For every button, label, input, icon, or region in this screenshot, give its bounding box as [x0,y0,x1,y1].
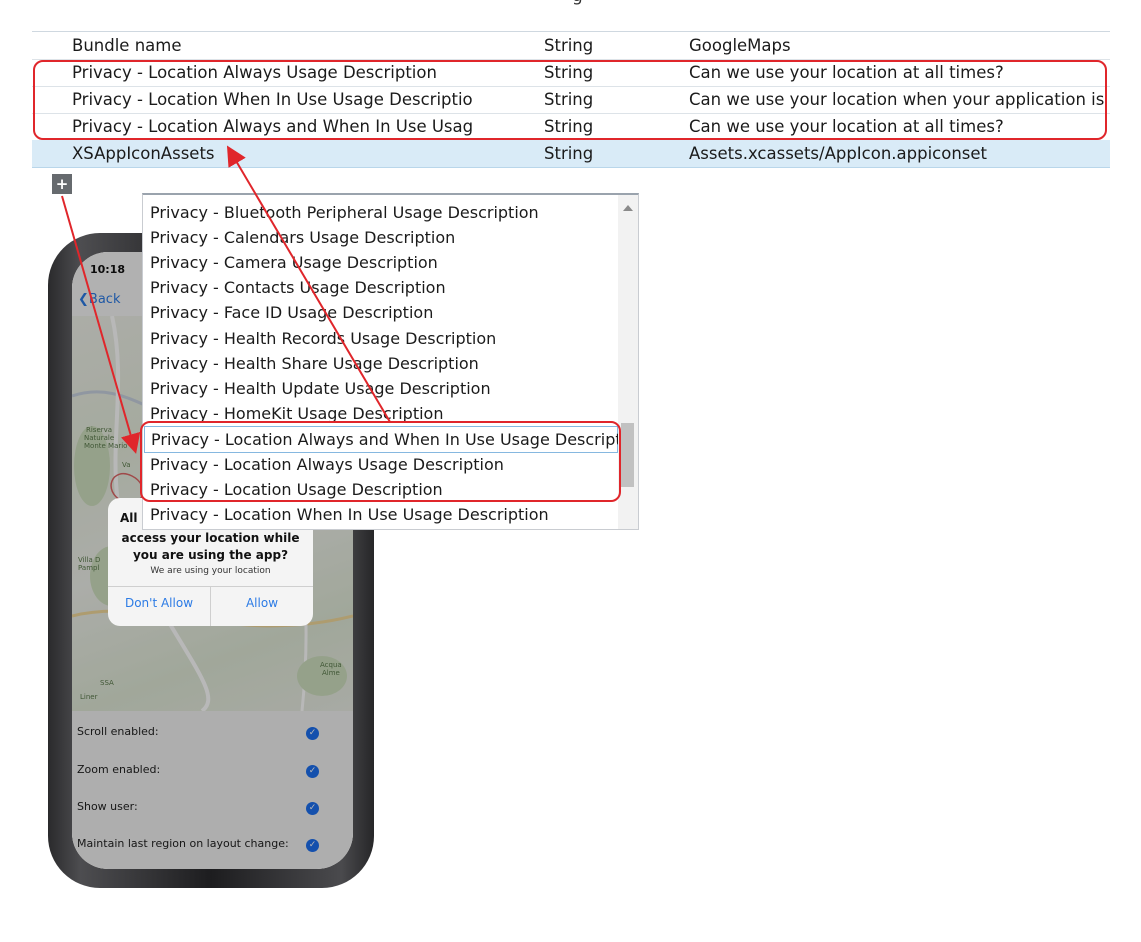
allow-button[interactable]: Allow [211,596,313,610]
alert-message: We are using your location [150,566,271,576]
alert-title-line2: access your location while [121,531,300,545]
list-item[interactable]: Privacy - Calendars Usage Description [150,225,455,250]
list-item[interactable]: Privacy - Camera Usage Description [150,250,438,275]
list-item[interactable]: Privacy - Health Share Usage Description [150,351,479,376]
row-key: XSAppIconAssets [72,144,215,163]
dropdown-scrollbar[interactable] [618,195,638,529]
row-value: Assets.xcassets/AppIcon.appiconset [689,144,988,163]
row-type: String [544,36,594,55]
row-key: Bundle name [72,36,182,55]
list-item[interactable]: Privacy - Health Records Usage Descripti… [150,326,496,351]
alert-title-line3: you are using the app? [132,548,289,562]
list-item[interactable]: Privacy - Face ID Usage Description [150,300,433,325]
list-item[interactable]: Privacy - Contacts Usage Description [150,275,446,300]
add-row-button[interactable]: + [52,174,72,194]
scroll-up-arrow-icon[interactable] [623,205,633,211]
list-item[interactable]: Privacy - Location When In Use Usage Des… [150,502,549,527]
partial-header-text: g [572,0,612,6]
highlight-box-dropdown-items [140,421,621,502]
row-value: GoogleMaps [689,36,791,55]
highlight-box-plist-rows [33,60,1107,140]
list-item[interactable]: Privacy - Bluetooth Peripheral Usage Des… [150,200,539,225]
plist-row-bundle-name[interactable]: Bundle name String GoogleMaps [32,32,1110,60]
list-item[interactable]: Privacy - Health Update Usage Descriptio… [150,376,491,401]
dont-allow-button[interactable]: Don't Allow [108,596,210,610]
row-type: String [544,144,594,163]
plist-row-app-icon-assets[interactable]: XSAppIconAssets String Assets.xcassets/A… [32,140,1110,168]
scroll-thumb[interactable] [621,423,634,487]
